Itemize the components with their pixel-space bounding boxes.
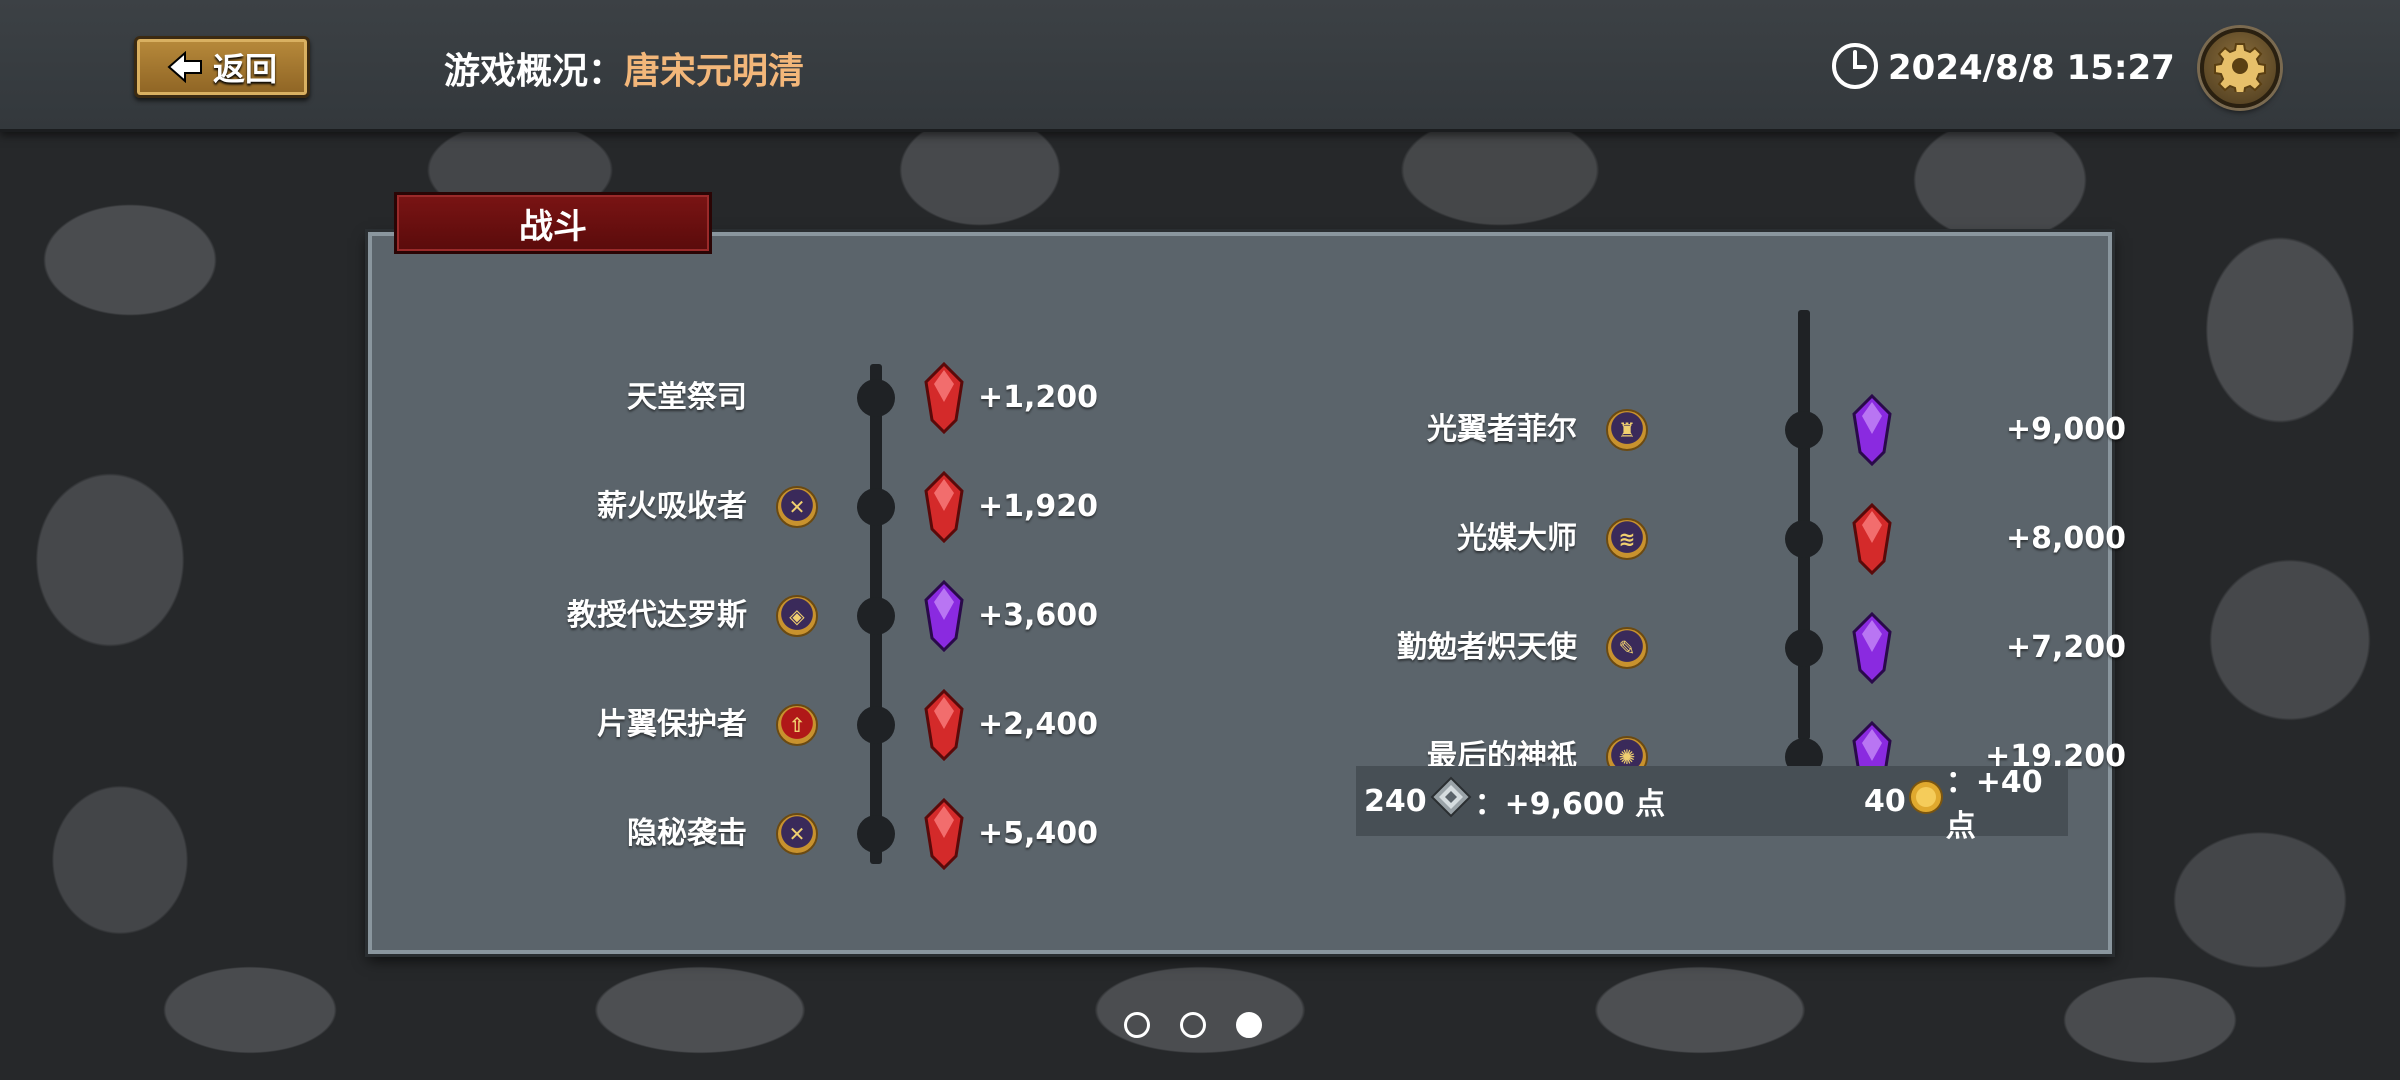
boss-points: +9,000: [2005, 412, 2126, 447]
gold-coin-icon: [1908, 779, 1944, 823]
boss-name: 教授代达罗斯: [567, 598, 747, 633]
purple-gem-icon: [1850, 393, 1894, 467]
shard-reward: 240 ：+9,600 点: [1364, 775, 1665, 827]
crossed-swords-icon: ✕: [776, 486, 818, 528]
boss-points: +1,200: [977, 380, 1098, 415]
datetime-display: 2024/8/8 15:27: [1830, 42, 2175, 94]
wind-icon: ≋: [1606, 518, 1648, 560]
boss-row: 光翼者菲尔 ♜ +9,000: [1202, 390, 2126, 470]
timeline-node: [857, 815, 895, 853]
coin-reward: 40 ：+40 点: [1864, 757, 2068, 845]
back-button-label: 返回: [212, 50, 277, 88]
page-title-value: 唐宋元明清: [624, 51, 805, 92]
boss-row: 教授代达罗斯 ◈ +3,600: [372, 576, 1272, 656]
up-arrow-icon: ⇧: [776, 704, 818, 746]
timeline-node: [1785, 520, 1823, 558]
red-gem-icon: [922, 470, 966, 544]
boss-row: 天堂祭司 +1,200: [372, 358, 1272, 438]
boss-name: 光翼者菲尔: [1427, 412, 1577, 447]
boss-row: 薪火吸收者 ✕ +1,920: [372, 467, 1272, 547]
boss-name: 光媒大师: [1457, 521, 1577, 556]
shard-count: 240: [1364, 783, 1427, 819]
shard-points-text: ：+9,600 点: [1474, 787, 1666, 822]
settings-button[interactable]: [2200, 28, 2280, 108]
page-dot-3-active[interactable]: [1236, 1012, 1262, 1038]
boss-row: 隐秘袭击 ✕ +5,400: [372, 794, 1272, 874]
datetime-text: 2024/8/8 15:27: [1888, 48, 2175, 88]
bell-icon: ♜: [1606, 409, 1648, 451]
rune-icon: ◈: [776, 595, 818, 637]
boss-name: 天堂祭司: [627, 380, 747, 415]
boss-name: 隐秘袭击: [627, 816, 747, 851]
boss-row: 光媒大师 ≋ +8,000: [1202, 499, 2126, 579]
coin-points-text: ：+40 点: [1945, 765, 2043, 844]
page-indicator: [1124, 1012, 1262, 1038]
timeline-node: [857, 706, 895, 744]
boss-points: +2,400: [977, 707, 1098, 742]
boss-name: 片翼保护者: [597, 707, 747, 742]
red-gem-icon: [922, 361, 966, 435]
red-gem-icon: [922, 797, 966, 871]
timeline-node: [1785, 629, 1823, 667]
red-gem-icon: [1850, 502, 1894, 576]
timeline-node: [857, 597, 895, 635]
left-arrow-icon: [167, 51, 203, 83]
boss-points: +5,400: [977, 816, 1098, 851]
page-title-label: 游戏概况：: [444, 51, 625, 92]
timeline-node: [857, 379, 895, 417]
boss-points: +1,920: [977, 489, 1098, 524]
page-title: 游戏概况： 唐宋元明清: [444, 40, 804, 96]
page-dot-2[interactable]: [1180, 1012, 1206, 1038]
purple-gem-icon: [922, 579, 966, 653]
coin-count: 40: [1864, 783, 1906, 819]
red-gem-icon: [922, 688, 966, 762]
boss-points: +8,000: [2005, 521, 2126, 556]
reward-summary-bar: 240 ：+9,600 点 40 ：+40 点: [1356, 765, 2068, 844]
boss-name: 薪火吸收者: [597, 489, 747, 524]
boss-points: +7,200: [2005, 630, 2126, 665]
battle-summary-panel: 天堂祭司 +1,200 薪火吸收者 ✕ +1,920 教授代达罗斯 ◈ +3,6…: [368, 232, 2126, 954]
boss-row: 片翼保护者 ⇧ +2,400: [372, 685, 1272, 765]
clock-icon: [1830, 41, 1880, 95]
boss-row: 勤勉者炽天使 ✎ +7,200: [1202, 608, 2126, 688]
scroll-icon: ✎: [1606, 627, 1648, 669]
top-bar: 返回 游戏概况： 唐宋元明清 2024/8/8 15:27: [0, 0, 2400, 132]
timeline-node: [857, 488, 895, 526]
boss-name: 勤勉者炽天使: [1397, 630, 1577, 665]
gear-icon: [2214, 40, 2266, 96]
purple-gem-icon: [1850, 611, 1894, 685]
page-dot-1[interactable]: [1124, 1012, 1150, 1038]
crossed-swords-icon: ✕: [776, 813, 818, 855]
tab-battle: 战斗: [394, 192, 712, 254]
boss-points: +3,600: [977, 598, 1098, 633]
diamond-shard-icon: [1429, 775, 1473, 827]
back-button[interactable]: 返回: [134, 36, 310, 98]
timeline-node: [1785, 411, 1823, 449]
